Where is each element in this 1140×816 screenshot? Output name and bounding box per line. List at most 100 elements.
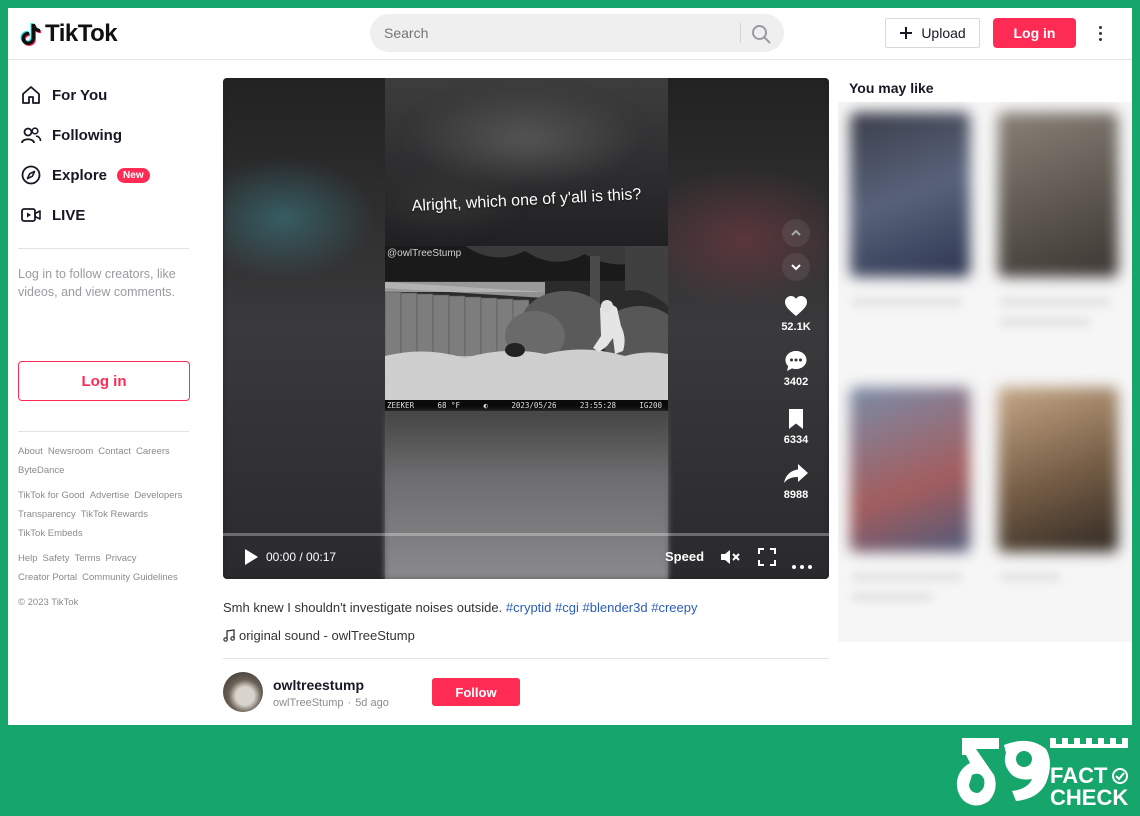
footer-link[interactable]: Creator Portal [18, 572, 77, 583]
footer-row: About Newsroom Contact Careers [18, 446, 170, 457]
trail-cam-scene [385, 246, 668, 411]
footer-link[interactable]: Terms [74, 553, 100, 564]
more-horizontal-icon [792, 565, 812, 569]
cam-time: 23:55:28 [579, 401, 617, 410]
compass-icon [21, 165, 41, 185]
like-action[interactable]: 52.1K [773, 295, 819, 333]
save-count: 6334 [783, 434, 809, 446]
footer-link[interactable]: TikTok Embeds [18, 528, 83, 539]
mute-button[interactable] [720, 548, 740, 571]
footer-link[interactable]: TikTok for Good [18, 490, 85, 501]
avatar[interactable] [223, 672, 263, 712]
bookmark-icon [789, 409, 803, 429]
description-text: Smh knew I shouldn't investigate noises … [223, 600, 503, 615]
sidebar-item-for-you[interactable]: For You [20, 82, 107, 108]
sidebar-item-explore[interactable]: Explore New [20, 162, 150, 188]
recommended-thumbnail[interactable] [850, 387, 970, 552]
trail-cam-image: @owlTreeStump ZEEKER 68 °F ◐ 2023/05/26 … [385, 246, 668, 411]
fullscreen-icon [758, 548, 776, 566]
search-button[interactable] [750, 23, 772, 45]
search-icon [752, 25, 771, 44]
fact-check-logo: FACT CHECK [956, 738, 1128, 810]
footer-link[interactable]: Advertise [90, 490, 130, 501]
people-icon [21, 127, 42, 144]
sidebar-divider [18, 248, 189, 249]
post-divider [223, 658, 829, 659]
share-action[interactable]: 8988 [773, 463, 819, 501]
author-handle[interactable]: owltreestump [273, 677, 364, 693]
search-bar [370, 14, 784, 52]
plus-icon [900, 27, 913, 39]
upload-button[interactable]: Upload [885, 18, 980, 48]
footer-link: © 2023 TikTok [18, 597, 79, 608]
meta-separator: · [347, 697, 352, 709]
footer-link[interactable]: Community Guidelines [82, 572, 178, 583]
video-description: Smh knew I shouldn't investigate noises … [223, 600, 697, 615]
footer-link[interactable]: Transparency [18, 509, 76, 520]
tiktok-logo[interactable]: TikTok [20, 20, 118, 48]
play-button[interactable] [243, 548, 259, 571]
recommended-caption-blur [1000, 572, 1060, 582]
top-bar: TikTok Upload Log in [8, 8, 1132, 60]
comment-action[interactable]: 3402 [773, 350, 819, 388]
footer-link[interactable]: Safety [43, 553, 70, 564]
login-hint: Log in to follow creators, like videos, … [18, 267, 176, 299]
fact-check-badge: FACT CHECK [954, 735, 1134, 810]
hashtag-link[interactable]: #cryptid [506, 600, 552, 615]
fullscreen-button[interactable] [758, 548, 776, 571]
sidebar-item-label: For You [52, 86, 108, 104]
cam-brand: ZEEKER [387, 401, 415, 410]
footer-link[interactable]: TikTok Rewards [81, 509, 148, 520]
footer-link[interactable]: ByteDance [18, 465, 64, 476]
video-top-blur [385, 78, 668, 248]
video-time: 00:00 / 00:17 [266, 550, 337, 564]
footer-link[interactable]: Careers [136, 446, 170, 457]
footer-row: Transparency TikTok Rewards [18, 509, 148, 520]
sidebar-item-following[interactable]: Following [20, 122, 122, 148]
video-more-button[interactable] [792, 556, 812, 574]
footer-link[interactable]: Developers [134, 490, 182, 501]
sound-name: original sound - owlTreeStump [239, 628, 415, 643]
share-icon [784, 464, 808, 483]
recommended-thumbnail[interactable] [998, 112, 1118, 277]
sidebar-item-live[interactable]: LIVE [20, 202, 85, 228]
footer-row: TikTok Embeds [18, 528, 83, 539]
more-menu-icon[interactable] [1092, 22, 1108, 44]
hashtag-link[interactable]: #cgi [555, 600, 579, 615]
hashtag-link[interactable]: #blender3d [583, 600, 648, 615]
footer-link[interactable]: Help [18, 553, 38, 564]
upload-label: Upload [921, 25, 966, 41]
footer-row: Help Safety Terms Privacy [18, 553, 137, 564]
recommended-caption-blur [852, 592, 932, 602]
speed-button[interactable]: Speed [665, 549, 704, 564]
comment-icon [785, 351, 807, 371]
search-divider [740, 23, 741, 43]
footer-link[interactable]: Newsroom [48, 446, 93, 457]
video-progress-bar[interactable] [223, 533, 829, 536]
sidebar: For You Following Explore New LIVE Log i… [8, 60, 208, 725]
footer-link[interactable]: Privacy [105, 553, 136, 564]
comment-count: 3402 [783, 376, 809, 388]
check-label: CHECK [1050, 785, 1128, 809]
recommended-thumbnail[interactable] [998, 387, 1118, 552]
login-button-sidebar[interactable]: Log in [18, 361, 190, 401]
save-action[interactable]: 6334 [773, 408, 819, 446]
cam-code: IG200 [639, 401, 662, 410]
footer-link[interactable]: Contact [98, 446, 131, 457]
login-button-header[interactable]: Log in [993, 18, 1076, 48]
like-count: 52.1K [781, 321, 811, 333]
sound-link[interactable]: original sound - owlTreeStump [223, 628, 415, 643]
footer-link[interactable]: About [18, 446, 43, 457]
author-name: owlTreeStump [273, 697, 344, 709]
sidebar-item-label: Following [52, 126, 122, 144]
footer-row: © 2023 TikTok [18, 597, 78, 608]
video-player[interactable]: Alright, which one of y'all is this? @ow… [223, 78, 829, 579]
recommended-thumbnail[interactable] [850, 112, 970, 277]
follow-button[interactable]: Follow [432, 678, 520, 706]
video-frame: Alright, which one of y'all is this? @ow… [385, 78, 668, 579]
previous-video-button[interactable] [782, 219, 810, 247]
next-video-button[interactable] [782, 253, 810, 281]
hashtag-link[interactable]: #creepy [651, 600, 697, 615]
search-input[interactable] [384, 14, 724, 52]
chevron-up-icon [791, 229, 801, 236]
